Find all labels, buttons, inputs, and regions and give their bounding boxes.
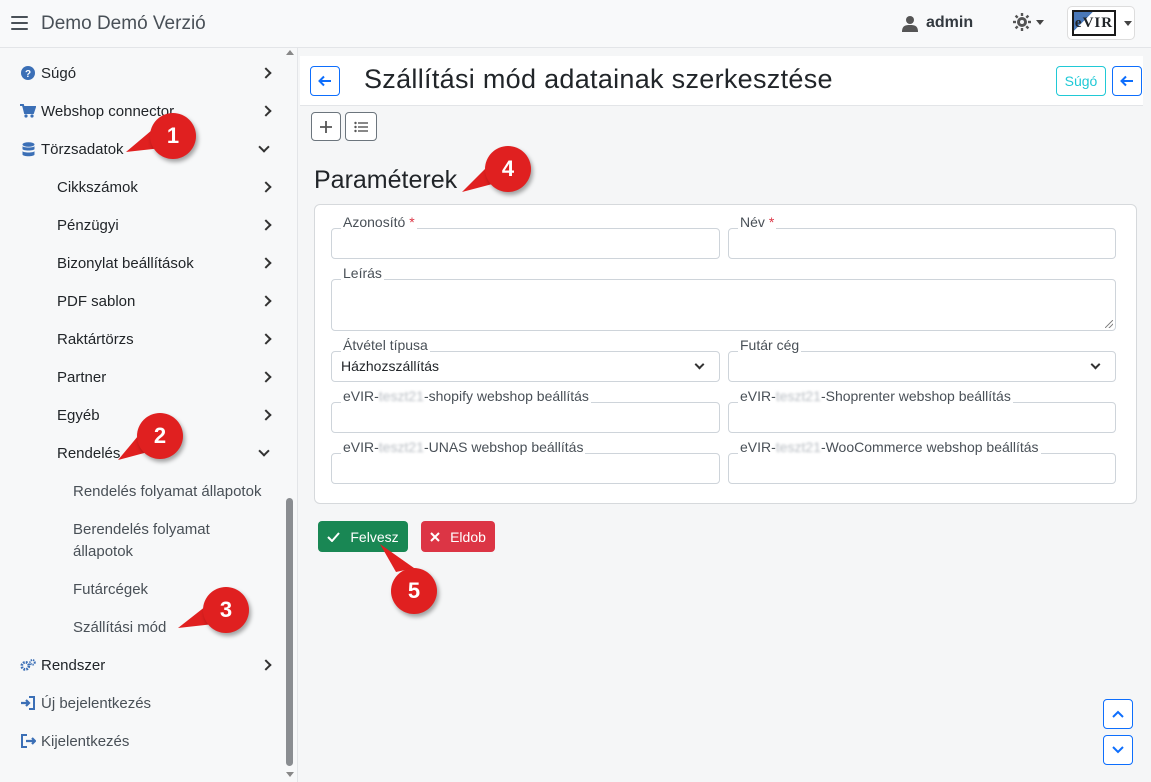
callout-1: 1	[150, 113, 196, 159]
callout-2: 2	[137, 413, 183, 459]
callout-3: 3	[203, 587, 249, 633]
callout-4: 4	[485, 146, 531, 192]
callout-5: 5	[391, 568, 437, 614]
